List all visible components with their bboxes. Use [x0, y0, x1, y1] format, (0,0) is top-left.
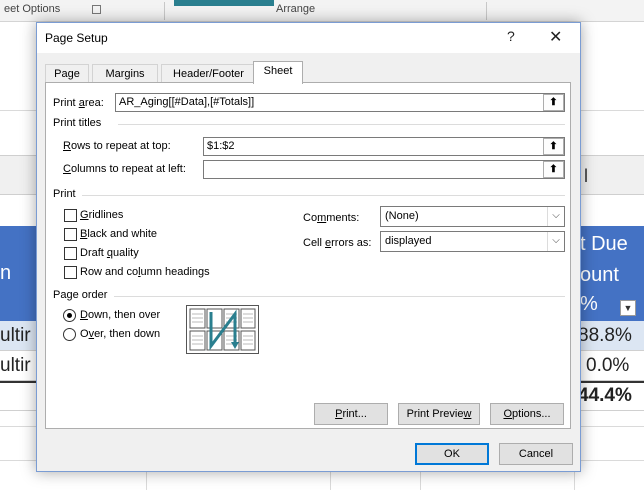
ribbon-separator [486, 2, 487, 20]
black-and-white-checkbox[interactable] [64, 228, 77, 241]
help-button[interactable]: ? [507, 28, 515, 44]
print-area-input[interactable]: AR_Aging[[#Data],[#Totals]] [115, 93, 565, 112]
tab-margins[interactable]: Margins [92, 64, 158, 83]
dialog-title: Page Setup [45, 31, 108, 45]
options-button[interactable]: Options... [490, 403, 564, 425]
table-cell: ultir [0, 325, 31, 346]
tab-header-footer[interactable]: Header/Footer [161, 64, 256, 83]
section-divider [82, 195, 565, 196]
comments-select[interactable]: (None) ⌵ [380, 206, 565, 227]
gridlines-checkbox[interactable] [64, 209, 77, 222]
rows-to-repeat-input[interactable]: $1:$2 [203, 137, 565, 156]
tab-page[interactable]: Page [45, 64, 89, 83]
columns-to-repeat-label: Columns to repeat at left: [63, 163, 186, 175]
column-header-mark: l [584, 166, 588, 186]
cell-errors-select[interactable]: displayed ⌵ [380, 231, 565, 252]
page-order-preview-icon [186, 305, 259, 354]
table-header-text: % [580, 293, 598, 315]
close-button[interactable]: ✕ [549, 27, 562, 47]
ribbon-group-sheet-options: eet Options [4, 3, 61, 15]
comments-label: Comments: [303, 212, 360, 224]
table-header-text: n [0, 262, 12, 284]
ribbon-group-arrange: Arrange [276, 3, 316, 15]
over-then-down-radio[interactable] [63, 328, 76, 341]
dialog-launcher-icon[interactable] [92, 5, 101, 14]
page-order-section-label: Page order [53, 289, 108, 301]
print-section-label: Print [53, 188, 76, 200]
rows-to-repeat-label: Rows to repeat at top: [63, 140, 171, 152]
black-and-white-label: Black and white [80, 228, 158, 240]
chevron-down-icon[interactable]: ⌵ [547, 207, 564, 226]
table-cell: 0.0% [586, 355, 630, 376]
cancel-button[interactable]: Cancel [499, 443, 573, 465]
draft-quality-label: Draft quality [80, 247, 139, 259]
table-cell: 88.8% [578, 325, 632, 346]
columns-to-repeat-input[interactable] [203, 160, 565, 179]
dialog-titlebar: Page Setup ? ✕ [37, 23, 580, 53]
print-area-collapse-icon[interactable]: ⬆ [543, 94, 564, 111]
down-then-over-label: Down, then over [80, 309, 161, 321]
table-cell: ultir [0, 355, 31, 376]
table-cell-total: 44.4% [578, 385, 632, 406]
draft-quality-checkbox[interactable] [64, 247, 77, 260]
print-button[interactable]: Print... [314, 403, 388, 425]
over-then-down-label: Over, then down [80, 328, 161, 340]
filter-dropdown-icon[interactable]: ▼ [620, 300, 636, 316]
section-divider [118, 124, 565, 125]
cell-errors-select-value: displayed [385, 235, 432, 247]
table-header-text: ount [580, 264, 619, 286]
row-column-headings-label: Row and column headings [80, 266, 210, 278]
comments-select-value: (None) [385, 210, 419, 222]
tab-sheet[interactable]: Sheet [253, 61, 303, 84]
ribbon-thumbnail [174, 0, 274, 6]
ok-button[interactable]: OK [415, 443, 489, 465]
row-column-headings-checkbox[interactable] [64, 266, 77, 279]
excel-ribbon: eet Options Arrange [0, 0, 644, 22]
columns-collapse-icon[interactable]: ⬆ [543, 161, 564, 178]
down-then-over-radio[interactable] [63, 309, 76, 322]
table-header-text: t Due [580, 233, 628, 255]
print-titles-section-label: Print titles [53, 117, 102, 129]
ribbon-separator [164, 2, 165, 20]
rows-collapse-icon[interactable]: ⬆ [543, 138, 564, 155]
sheet-tab-panel: Print area: AR_Aging[[#Data],[#Totals]] … [45, 82, 571, 429]
print-preview-button[interactable]: Print Preview [398, 403, 480, 425]
page-setup-dialog: Page Setup ? ✕ Page Margins Header/Foote… [36, 22, 581, 472]
section-divider [114, 296, 565, 297]
cell-errors-label: Cell errors as: [303, 237, 372, 249]
print-area-label: Print area: [53, 97, 104, 109]
chevron-down-icon[interactable]: ⌵ [547, 232, 564, 251]
gridlines-label: Gridlines [80, 209, 124, 221]
